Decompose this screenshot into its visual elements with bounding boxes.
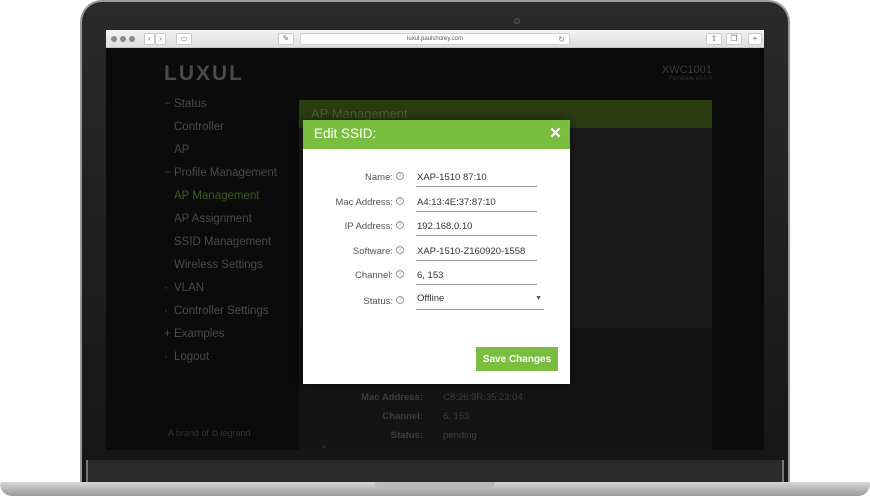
sidebar-item-controller-settings[interactable]: · Controller Settings	[164, 305, 269, 317]
help-icon[interactable]: ?	[396, 221, 404, 229]
minimize-window-icon[interactable]	[120, 36, 126, 42]
ip-address-row: IP Address: ?	[303, 215, 570, 239]
reload-icon[interactable]: ↻	[558, 34, 565, 45]
forward-icon[interactable]: ›	[155, 33, 166, 45]
sidebar-item-vlan[interactable]: · VLAN	[164, 282, 204, 294]
browser-toolbar: ‹ › ▭ ✎ luxul.paulshorey.com ↻ ⇧ ❐ +	[106, 30, 764, 48]
caret-down-icon: ▼	[535, 295, 542, 302]
channel-label: Channel:	[354, 270, 393, 281]
device-name: XWC1001	[661, 64, 712, 76]
dialog-title: Edit SSID:	[314, 126, 377, 141]
help-icon[interactable]: ?	[396, 172, 404, 180]
software-row: Software: ?	[303, 240, 570, 264]
mac-address-field[interactable]	[416, 193, 537, 212]
url-text: luxul.paulshorey.com	[407, 36, 463, 42]
chevron-down-icon[interactable]: ⌄	[320, 440, 328, 450]
software-label: Software:	[352, 246, 393, 257]
name-label: Name:	[365, 172, 393, 183]
share-extension-icon[interactable]: ✎	[278, 33, 294, 45]
ip-address-field[interactable]	[416, 217, 537, 236]
edit-ssid-dialog: Edit SSID: × Name: ? Mac Address: ? IP A…	[303, 120, 570, 384]
device-subtitle: Firmware v0.0.0	[668, 76, 712, 82]
maximize-window-icon[interactable]	[129, 36, 135, 42]
tabs-icon[interactable]: ❐	[726, 33, 742, 45]
legrand-brand: A brand of ⧉ legrand	[168, 428, 251, 438]
sidebar-item-ap-assignment[interactable]: AP Assignment	[174, 213, 252, 225]
sidebar-item-ap-management[interactable]: AP Management	[174, 190, 259, 202]
mac-address-label: Mac Address:	[335, 197, 393, 208]
luxul-logo: LUXUL	[164, 62, 244, 85]
status-select[interactable]: Offline ▼	[416, 290, 544, 310]
bg-row-channel: Channel: 6, 153	[382, 411, 470, 422]
save-changes-button[interactable]: Save Changes	[476, 347, 558, 371]
sidebar-icon[interactable]: ▭	[176, 33, 192, 45]
sidebar-item-controller[interactable]: Controller	[174, 121, 224, 133]
dialog-header: Edit SSID: ×	[303, 120, 570, 149]
channel-row: Channel: ?	[303, 264, 570, 288]
camera-icon	[514, 18, 520, 24]
help-icon[interactable]: ?	[396, 296, 404, 304]
sidebar-item-logout[interactable]: · Logout	[164, 351, 209, 363]
trackpad-notch	[375, 482, 495, 488]
name-row: Name: ?	[303, 166, 570, 190]
ip-address-label: IP Address:	[344, 221, 393, 232]
help-icon[interactable]: ?	[396, 246, 404, 254]
help-icon[interactable]: ?	[396, 270, 404, 278]
status-select-value: Offline	[417, 293, 445, 304]
back-icon[interactable]: ‹	[144, 33, 155, 45]
mac-address-row: Mac Address: ?	[303, 191, 570, 215]
sidebar-item-profile-management[interactable]: − Profile Management	[164, 167, 277, 179]
software-field[interactable]	[416, 242, 537, 261]
share-icon[interactable]: ⇧	[706, 33, 722, 45]
status-row: Status: ? Offline ▼	[303, 290, 570, 314]
close-icon[interactable]: ×	[550, 123, 561, 145]
help-icon[interactable]: ?	[396, 197, 404, 205]
new-tab-icon[interactable]: +	[748, 33, 762, 45]
sidebar-item-examples[interactable]: + Examples	[164, 328, 225, 340]
laptop-base	[0, 460, 870, 500]
bg-row-mac: Mac Address: C8:26:9R:35:23:04	[361, 392, 523, 403]
close-window-icon[interactable]	[111, 36, 117, 42]
sidebar-item-wireless-settings[interactable]: Wireless Settings	[174, 259, 263, 271]
name-field[interactable]	[416, 168, 537, 187]
sidebar-item-ssid-management[interactable]: SSID Management	[174, 236, 271, 248]
channel-field[interactable]	[416, 266, 537, 285]
status-label: Status:	[363, 296, 393, 307]
sidebar-item-ap[interactable]: AP	[174, 144, 189, 156]
sidebar-item-status[interactable]: − Status	[164, 98, 207, 110]
address-bar[interactable]: luxul.paulshorey.com ↻	[300, 33, 570, 45]
